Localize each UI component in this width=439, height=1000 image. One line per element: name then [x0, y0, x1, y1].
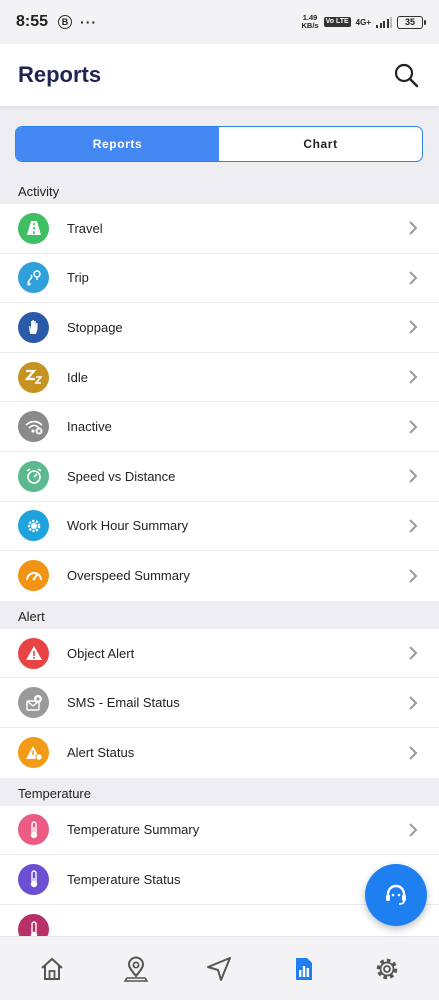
gear-icon: [376, 958, 398, 979]
chevron-right-icon: [409, 221, 418, 236]
list-item-label: Work Hour Summary: [67, 518, 189, 534]
speed-distance-icon: [18, 460, 49, 492]
chevron-right-icon: [409, 320, 418, 335]
bottom-nav: [0, 936, 439, 1000]
more-notifications-icon: ···: [80, 14, 98, 30]
sleep-zz-icon: [18, 361, 49, 393]
chevron-right-icon: [409, 746, 418, 760]
section-alert: Object Alert SMS - Email Status Alert St…: [0, 628, 439, 778]
net-speed-unit: KB/s: [301, 21, 319, 30]
list-item-object-alert[interactable]: Object Alert: [0, 628, 439, 679]
warning-icon: [18, 637, 49, 669]
chevron-right-icon: [409, 569, 418, 583]
segment-container: Reports Chart: [0, 106, 439, 176]
chevron-right-icon: [409, 823, 418, 837]
status-bar: 8:55 B ··· 1.49 KB/s Vo LTE 4G+ 35: [0, 0, 439, 44]
speedometer-icon: [18, 560, 49, 592]
alert-status-icon: [18, 737, 49, 769]
sms-email-icon: [18, 687, 49, 719]
status-time: 8:55: [16, 13, 49, 30]
list-item-label: Temperature Summary: [67, 822, 200, 838]
segmented-control: Reports Chart: [15, 126, 423, 162]
nav-settings[interactable]: [365, 947, 409, 991]
network-type: 4G+: [355, 17, 371, 27]
list-item-label: Trip: [67, 270, 89, 286]
signal-icon: [376, 16, 392, 28]
b-badge-icon: B: [58, 15, 73, 29]
list-item-label: SMS - Email Status: [67, 695, 180, 711]
list-item-trip[interactable]: Trip: [0, 253, 439, 304]
chevron-right-icon: [409, 271, 418, 285]
section-title-alert: Alert: [0, 600, 439, 629]
thermometer-status-icon: [18, 863, 49, 895]
list-item-label: Overspeed Summary: [67, 568, 190, 584]
net-speed: 1.49 KB/s: [301, 14, 318, 30]
reports-list: Activity Travel Trip Stoppage Idle Inact…: [0, 176, 439, 936]
list-item-temperature-summary[interactable]: Temperature Summary: [0, 805, 439, 856]
list-item-label: Object Alert: [67, 645, 135, 661]
nav-home[interactable]: [30, 947, 74, 991]
chevron-right-icon: [409, 695, 418, 710]
list-item-label: Speed vs Distance: [67, 468, 176, 484]
thermometer-icon: [18, 914, 49, 936]
list-item-idle[interactable]: Idle: [0, 352, 439, 403]
list-item-label: Stoppage: [67, 319, 123, 335]
search-icon: [394, 63, 419, 88]
nav-location[interactable]: [114, 947, 158, 991]
nav-reports[interactable]: [281, 947, 325, 991]
list-item-label: Travel: [67, 220, 103, 236]
page-title: Reports: [18, 62, 102, 87]
section-activity: Travel Trip Stoppage Idle Inactive Speed…: [0, 204, 439, 601]
list-item-sms-email-status[interactable]: SMS - Email Status: [0, 678, 439, 728]
navigation-arrow-icon: [207, 956, 232, 981]
reports-icon: [296, 957, 313, 980]
home-icon: [41, 957, 63, 980]
volte-badge: Vo LTE: [323, 17, 351, 27]
list-item-label: Temperature Status: [67, 871, 181, 887]
list-item-label: Idle: [67, 369, 88, 385]
list-item-inactive[interactable]: Inactive: [0, 402, 439, 452]
list-item-label: Inactive: [67, 419, 112, 435]
nav-navigate[interactable]: [197, 947, 241, 991]
battery-icon: 35: [397, 15, 426, 29]
chevron-right-icon: [409, 519, 418, 533]
map-pin-icon: [123, 956, 149, 982]
support-agent-icon: [386, 884, 406, 905]
list-item-speed-vs-distance[interactable]: Speed vs Distance: [0, 451, 439, 502]
hand-stop-icon: [18, 311, 49, 343]
list-item-work-hour-summary[interactable]: Work Hour Summary: [0, 501, 439, 552]
chevron-right-icon: [409, 469, 418, 483]
list-item-overspeed-summary[interactable]: Overspeed Summary: [0, 551, 439, 601]
thermometer-icon: [18, 814, 49, 846]
list-item-travel[interactable]: Travel: [0, 204, 439, 254]
wifi-off-icon: [18, 411, 49, 443]
search-button[interactable]: [391, 60, 421, 90]
tab-reports[interactable]: Reports: [16, 127, 219, 161]
list-item-stoppage[interactable]: Stoppage: [0, 303, 439, 353]
chevron-right-icon: [409, 646, 418, 660]
section-title-activity: Activity: [0, 176, 439, 204]
support-fab-button[interactable]: [365, 864, 427, 926]
list-item-alert-status[interactable]: Alert Status: [0, 727, 439, 778]
gear-clock-icon: [18, 510, 49, 542]
section-title-temperature: Temperature: [0, 777, 439, 806]
tab-chart[interactable]: Chart: [219, 127, 422, 161]
list-item-label: Alert Status: [67, 745, 135, 761]
road-icon: [18, 212, 49, 244]
app-header: Reports: [0, 44, 439, 106]
chevron-right-icon: [409, 370, 418, 384]
chevron-right-icon: [409, 419, 418, 434]
route-pin-icon: [18, 262, 49, 294]
